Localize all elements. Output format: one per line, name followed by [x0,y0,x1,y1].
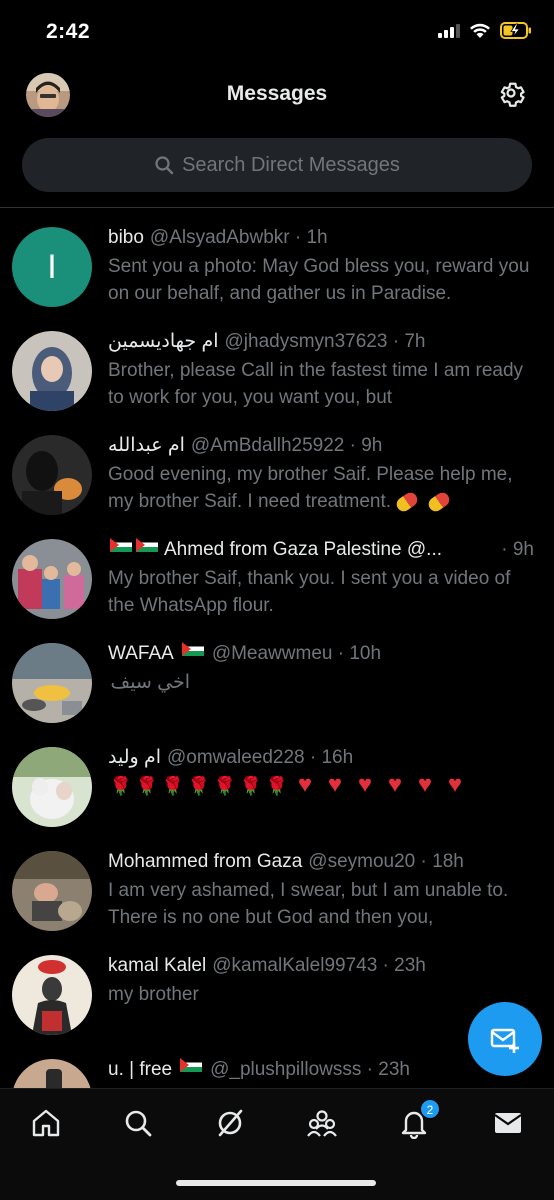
status-time: 2:42 [46,20,91,43]
conversation-preview: Brother, please Call in the fastest time… [108,360,524,408]
search-tab-icon[interactable] [122,1107,154,1139]
avatar [12,435,92,515]
search-icon [155,156,174,175]
search-input[interactable]: Search Direct Messages [22,138,532,192]
palestine-flag-icon [181,642,204,656]
conversation-list: I bibo @AlsyadAbwbkr · 1h Sent you a phot… [0,208,554,1088]
conversation-name: bibo [108,227,144,248]
conversation-handle: @jhadysmyn37623 · 7h [224,331,426,352]
conversation-name: Ahmed from Gaza Palestine @... [164,539,443,560]
grok-icon[interactable] [214,1107,246,1139]
new-message-button[interactable] [468,1002,542,1076]
pill-icon [426,489,453,515]
settings-gear-icon[interactable] [496,78,526,108]
conversation-row[interactable]: ام عبدالله @AmBdallh25922 · 9h Good eveni… [0,430,554,534]
conversation-handle: @kamalKalel99743 · 23h [212,955,426,976]
messages-icon[interactable] [492,1107,524,1139]
status-bar: 2:42 [0,0,554,66]
conversation-preview: my brother [108,984,199,1005]
wifi-icon [470,23,490,38]
conversation-name: u. | free [108,1059,173,1080]
rose-icon: 🌹 [213,776,237,796]
conversation-row[interactable]: Mohammed from Gaza @seymou20 · 18h I am v… [0,846,554,950]
conversation-row[interactable]: ام وليد @omwaleed228 · 16h 🌹 🌹 🌹 🌹 🌹 🌹 🌹 ♥ ♥ ♥ ♥ ♥ ♥ [0,742,554,846]
rose-icon: 🌹 [187,776,211,796]
home-indicator [176,1180,376,1186]
conversation-name: ام جهاديسمين [108,331,219,352]
conversation-name: Mohammed from Gaza [108,851,303,872]
notifications-tab[interactable]: 2 [398,1099,440,1140]
header: Messages [0,66,554,124]
rose-icon: 🌹 [239,776,263,796]
rose-icon: 🌹 [161,776,185,796]
conversation-preview-emojis: 🌹 🌹 🌹 🌹 🌹 🌹 🌹 ♥ ♥ ♥ ♥ ♥ ♥ [108,773,534,800]
home-icon[interactable] [30,1107,62,1139]
communities-icon[interactable] [306,1107,338,1139]
conversation-handle: @AlsyadAbwbkr · 1h [149,227,328,248]
heart-icon: ♥ [447,771,463,798]
cellular-signal-icon [438,23,460,38]
conversation-preview: اخي سيف [110,672,190,693]
rose-icon: 🌹 [265,776,289,796]
heart-icon: ♥ [327,771,343,798]
conversation-preview: I am very ashamed, I swear, but I am una… [108,880,509,928]
conversation-handle: @AmBdallh25922 · 9h [190,435,383,456]
page-title: Messages [226,82,328,105]
conversation-handle: @omwaleed228 · 16h [167,747,354,768]
conversation-row[interactable]: I bibo @AlsyadAbwbkr · 1h Sent you a phot… [0,222,554,326]
palestine-flag-icon [136,538,158,552]
avatar [12,643,92,723]
avatar [12,851,92,931]
conversation-row[interactable]: WAFAA @Meawwmeu · 10h اخي سيف [0,638,554,742]
conversation-handle: @_plushpillowsss · 23h [210,1059,410,1080]
pill-icon [394,489,421,515]
conversation-name: ام وليد [108,747,161,768]
conversation-name: WAFAA [108,643,174,664]
notification-badge: 2 [420,1099,440,1119]
avatar [12,955,92,1035]
rose-icon: 🌹 [135,776,159,796]
heart-icon: ♥ [417,771,433,798]
rose-icon: 🌹 [109,776,133,796]
conversation-handle: · 9h [501,539,534,560]
conversation-handle: @Meawwmeu · 10h [211,643,382,664]
conversation-row[interactable]: u. | free @_plushpillowsss · 23h [0,1054,554,1088]
status-icons [438,22,532,39]
heart-icon: ♥ [387,771,403,798]
avatar: I [12,227,92,307]
conversation-preview: My brother Saif, thank you. I sent you a… [108,568,511,616]
avatar [12,331,92,411]
battery-charging-icon [500,22,531,39]
palestine-flag-icon [110,538,132,552]
conversation-name: ام عبدالله [108,435,185,456]
heart-icon: ♥ [297,771,313,798]
search-placeholder: Search Direct Messages [182,153,400,176]
conversation-row[interactable]: ام جهاديسمين @jhadysmyn37623 · 7h Brother… [0,326,554,430]
avatar [12,539,92,619]
conversation-name: kamal Kalel [108,955,207,976]
avatar [12,747,92,827]
compose-message-icon [490,1028,519,1053]
conversation-preview: Good evening, my brother Saif. Please he… [108,464,513,512]
palestine-flag-icon [180,1058,203,1072]
conversation-handle: @seymou20 · 18h [308,851,464,872]
heart-icon: ♥ [357,771,373,798]
conversation-row[interactable]: Ahmed from Gaza Palestine @... · 9h My br… [0,534,554,638]
conversation-preview: Sent you a photo: May God bless you, rew… [108,256,530,304]
avatar [12,1059,92,1088]
